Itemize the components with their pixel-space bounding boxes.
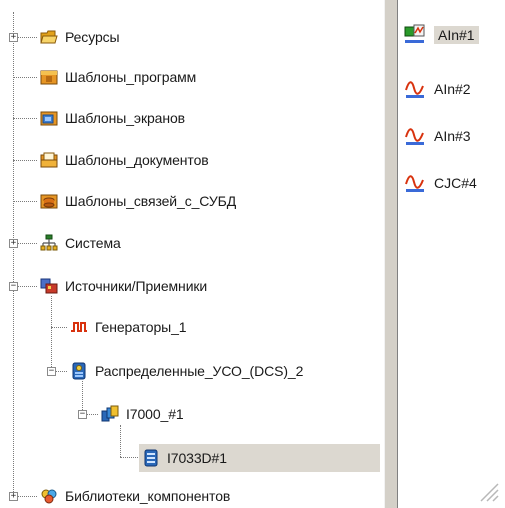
channel-label: AIn#1 xyxy=(434,26,479,44)
channel-label: AIn#3 xyxy=(434,128,471,144)
module-icon xyxy=(144,449,158,467)
tree-item-label: Библиотеки_компонентов xyxy=(65,488,231,504)
analog-input-icon xyxy=(404,24,425,43)
tree-item-system[interactable]: Система xyxy=(40,230,121,256)
channel-label: AIn#2 xyxy=(434,81,471,97)
tree-line xyxy=(13,77,37,78)
signal-wave-icon xyxy=(405,128,424,145)
tree-item-label: Источники/Приемники xyxy=(65,278,208,294)
library-icon xyxy=(41,489,57,504)
resize-grip-icon[interactable] xyxy=(477,480,499,502)
tree-line xyxy=(51,327,67,328)
tree-item-label: Шаблоны_экранов xyxy=(65,110,185,126)
program-template-icon xyxy=(40,70,58,85)
tree-item-label: Шаблоны_программ xyxy=(65,69,197,85)
tree-item-i7000[interactable]: I7000_#1 xyxy=(101,401,184,427)
tree-item-label: Система xyxy=(65,235,121,251)
channel-item-ain2[interactable]: AIn#2 xyxy=(404,76,471,102)
network-icon xyxy=(40,234,58,251)
collapse-icon[interactable]: − xyxy=(78,410,87,419)
tree-item-distributed-io[interactable]: Распределенные_УСО_(DCS)_2 xyxy=(70,358,303,384)
tree-item-label: Ресурсы xyxy=(65,29,120,45)
tree-item-generators[interactable]: Генераторы_1 xyxy=(70,314,187,340)
expand-icon[interactable]: + xyxy=(9,492,18,501)
database-link-icon xyxy=(40,194,58,209)
signal-wave-icon xyxy=(405,175,424,192)
tree-item-screen-templates[interactable]: Шаблоны_экранов xyxy=(40,105,185,131)
tree-item-label: Шаблоны_связей_с_СУБД xyxy=(65,193,237,209)
collapse-icon[interactable]: − xyxy=(47,367,56,376)
tree-line xyxy=(120,425,121,457)
tree-item-label: I7000_#1 xyxy=(126,406,184,422)
tree-line xyxy=(13,160,37,161)
channel-list: AIn#1 AIn#2 AIn#3 CJC#4 xyxy=(398,0,505,508)
folder-icon xyxy=(40,30,58,44)
tree-line xyxy=(13,201,37,202)
channel-item-cjc4[interactable]: CJC#4 xyxy=(404,170,477,196)
tree-item-database-link-templates[interactable]: Шаблоны_связей_с_СУБД xyxy=(40,188,236,214)
tree-item-label: Шаблоны_документов xyxy=(65,152,209,168)
object-tree: + + − − − + Ресурсы Шаблоны_программ Шаб… xyxy=(0,0,384,508)
tree-item-sources-receivers[interactable]: Источники/Приемники xyxy=(40,273,207,299)
module-group-icon xyxy=(101,405,119,422)
tree-line xyxy=(13,118,37,119)
tree-item-i7033d[interactable]: I7033D#1 xyxy=(139,444,380,472)
channel-item-ain3[interactable]: AIn#3 xyxy=(404,123,471,149)
tree-item-program-templates[interactable]: Шаблоны_программ xyxy=(40,64,196,90)
tree-item-component-libraries[interactable]: Библиотеки_компонентов xyxy=(40,483,230,508)
tree-item-resources[interactable]: Ресурсы xyxy=(40,24,120,50)
panel-splitter[interactable] xyxy=(384,0,398,508)
tree-item-label: I7033D#1 xyxy=(167,450,227,466)
tree-item-label: Генераторы_1 xyxy=(95,319,187,335)
tree-item-document-templates[interactable]: Шаблоны_документов xyxy=(40,147,209,173)
distributed-io-icon xyxy=(72,362,86,380)
screen-template-icon xyxy=(40,111,58,126)
expand-icon[interactable]: + xyxy=(9,33,18,42)
document-template-icon xyxy=(40,152,58,168)
expand-icon[interactable]: + xyxy=(9,239,18,248)
channel-item-ain1[interactable]: AIn#1 xyxy=(404,22,479,48)
collapse-icon[interactable]: − xyxy=(9,282,18,291)
generator-icon xyxy=(71,322,87,332)
tree-line xyxy=(120,457,138,458)
tree-item-label: Распределенные_УСО_(DCS)_2 xyxy=(95,363,304,379)
tree-line xyxy=(51,296,52,371)
signal-wave-icon xyxy=(405,81,424,98)
tree-line xyxy=(13,12,14,498)
channel-label: CJC#4 xyxy=(434,175,477,191)
sources-icon xyxy=(40,278,58,294)
